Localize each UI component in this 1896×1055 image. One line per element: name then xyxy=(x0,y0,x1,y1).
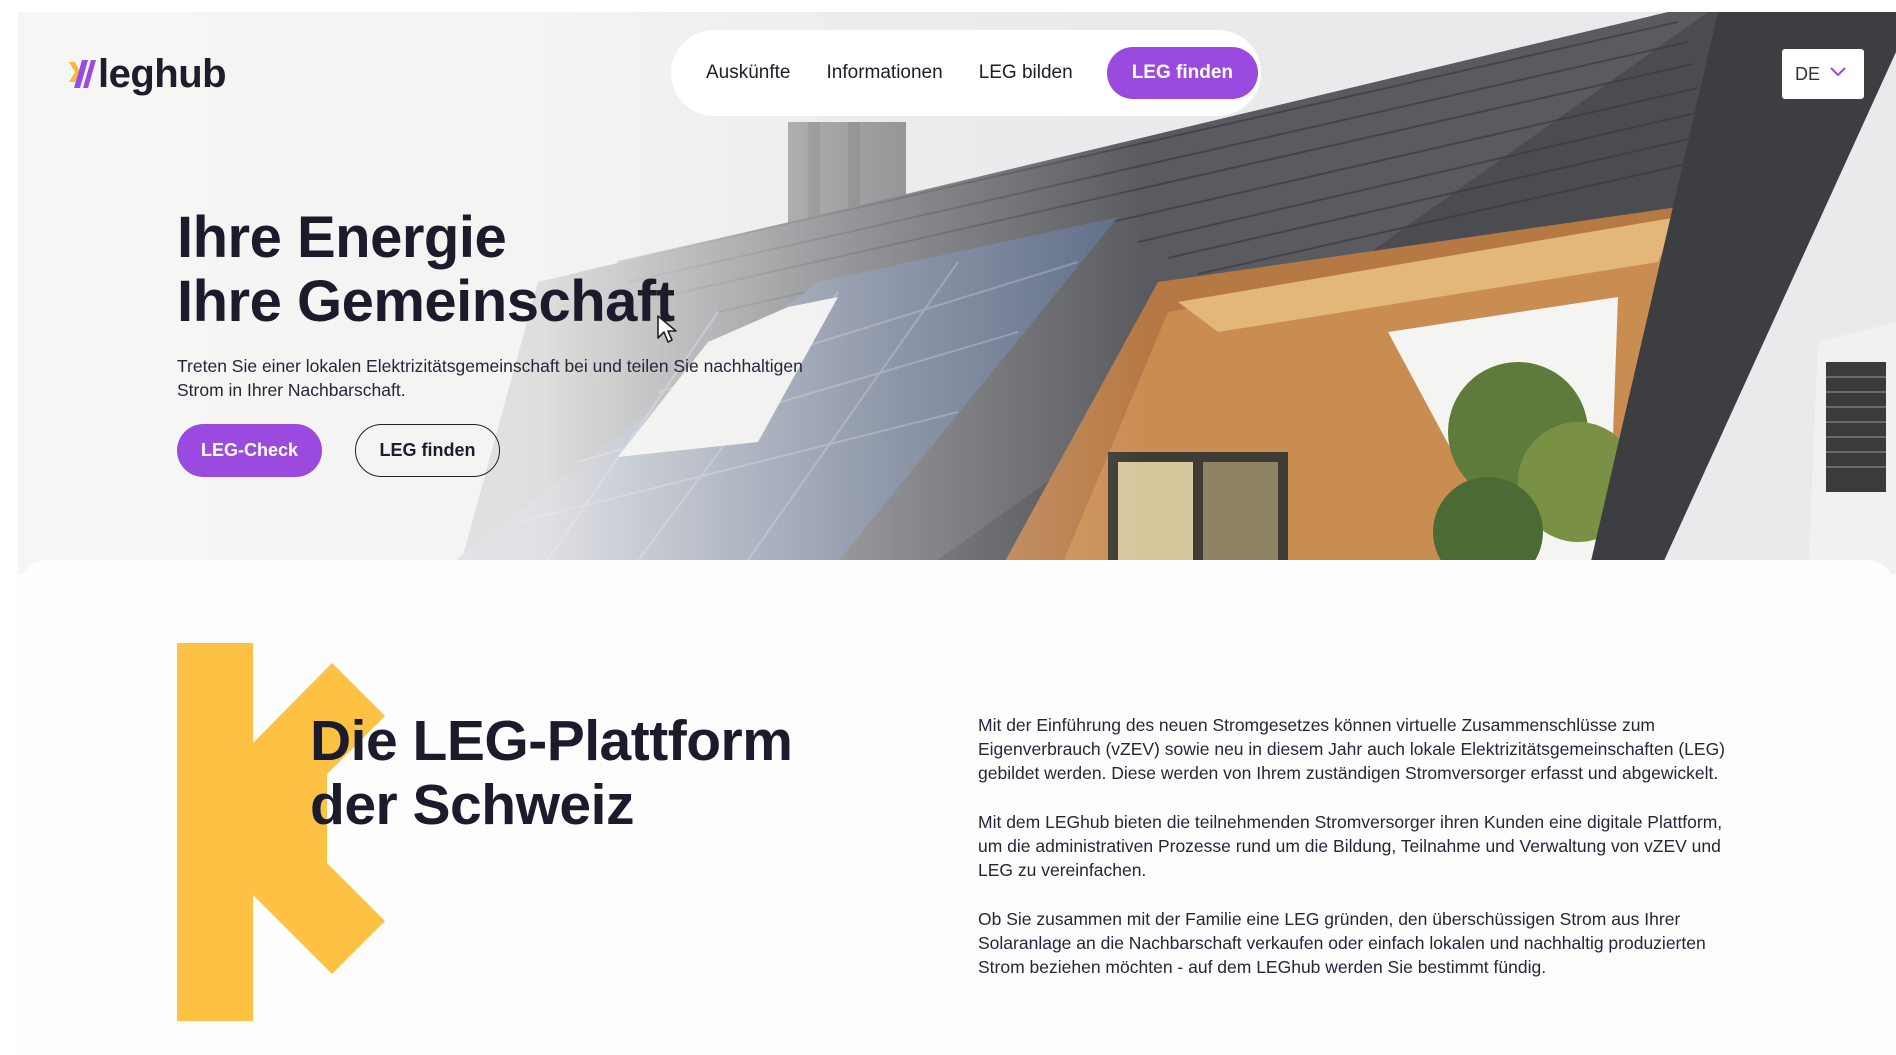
hero-title: Ihre Energie Ihre Gemeinschaft xyxy=(177,206,675,334)
paragraph-line: Mit der Einführung des neuen Stromgesetz… xyxy=(978,715,1656,735)
paragraph-line: gebildet werden. Diese werden von Ihrem … xyxy=(978,763,1719,783)
hero-subtitle: Treten Sie einer lokalen Elektrizitätsge… xyxy=(177,354,837,402)
platform-paragraph-1: Mit der Einführung des neuen Stromgesetz… xyxy=(978,713,1758,785)
hero-subtitle-line-2: Strom in Ihrer Nachbarschaft. xyxy=(177,380,406,400)
nav-leg-finden-button[interactable]: LEG finden xyxy=(1106,47,1259,99)
mouse-cursor-icon xyxy=(657,315,677,343)
page: leghub Auskünfte Informationen LEG bilde… xyxy=(18,12,1896,1055)
paragraph-line: LEG zu vereinfachen. xyxy=(978,860,1147,880)
leg-finden-button[interactable]: LEG finden xyxy=(355,424,500,477)
hero-section: leghub Auskünfte Informationen LEG bilde… xyxy=(18,12,1896,574)
nav-link-leg-bilden[interactable]: LEG bilden xyxy=(979,62,1073,84)
paragraph-line: um die administrativen Prozesse rund um … xyxy=(978,836,1721,856)
paragraph-line: Solaranlage an die Nachbarschaft verkauf… xyxy=(978,933,1706,953)
platform-paragraph-2: Mit dem LEGhub bieten die teilnehmenden … xyxy=(978,810,1758,882)
language-selector[interactable]: DE xyxy=(1782,49,1864,99)
logo[interactable]: leghub xyxy=(66,52,227,97)
paragraph-line: Eigenverbrauch (vZEV) sowie neu in diese… xyxy=(978,739,1726,759)
paragraph-line: Mit dem LEGhub bieten die teilnehmenden … xyxy=(978,812,1723,832)
leg-check-button[interactable]: LEG-Check xyxy=(177,424,322,477)
hero-title-line-1: Ihre Energie xyxy=(177,205,507,270)
platform-title-line-2: der Schweiz xyxy=(310,773,634,837)
logo-text: leghub xyxy=(98,52,227,96)
language-selected: DE xyxy=(1795,63,1821,84)
paragraph-line: Strom beziehen möchten - auf dem LEGhub … xyxy=(978,957,1547,977)
chevron-down-icon xyxy=(1830,67,1846,77)
platform-section: Die LEG-Plattform der Schweiz Mit der Ei… xyxy=(18,560,1896,1055)
platform-title: Die LEG-Plattform der Schweiz xyxy=(310,709,793,837)
nav-link-informationen[interactable]: Informationen xyxy=(827,62,943,84)
top-navigation: Auskünfte Informationen LEG bilden LEG f… xyxy=(671,30,1261,116)
nav-link-auskuenfte[interactable]: Auskünfte xyxy=(706,62,791,84)
hero-title-line-2: Ihre Gemeinschaft xyxy=(177,269,675,334)
paragraph-line: Ob Sie zusammen mit der Familie eine LEG… xyxy=(978,909,1681,929)
platform-paragraph-3: Ob Sie zusammen mit der Familie eine LEG… xyxy=(978,907,1758,979)
leghub-logo-icon xyxy=(69,59,96,88)
platform-title-line-1: Die LEG-Plattform xyxy=(310,709,793,773)
hero-subtitle-line-1: Treten Sie einer lokalen Elektrizitätsge… xyxy=(177,356,803,376)
